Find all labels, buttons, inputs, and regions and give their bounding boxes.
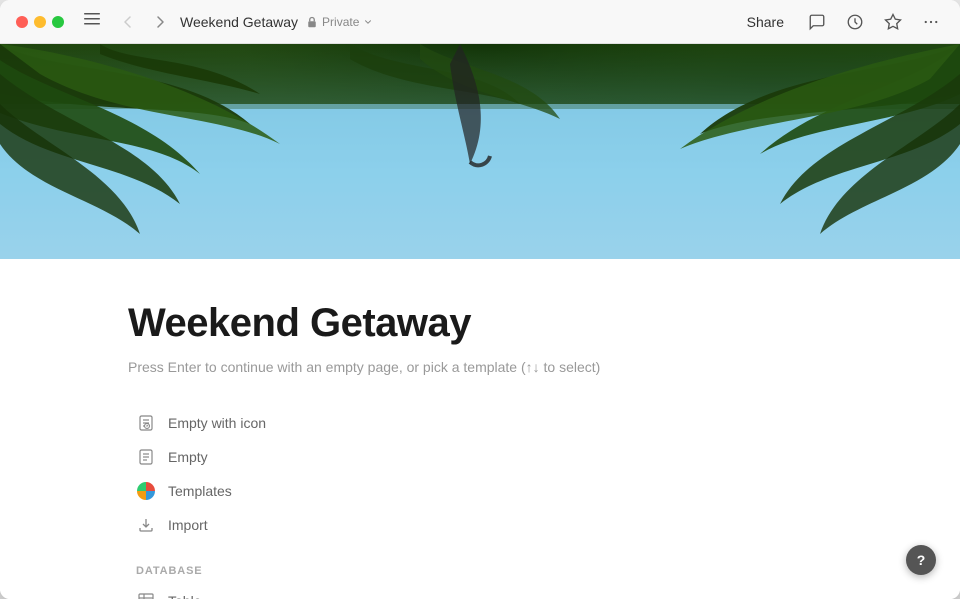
minimize-button[interactable] — [34, 16, 46, 28]
option-templates-label: Templates — [168, 483, 232, 499]
option-empty-label: Empty — [168, 449, 208, 465]
chevron-down-icon — [363, 17, 373, 27]
empty-icon-icon — [136, 413, 156, 433]
clock-icon — [846, 13, 864, 31]
ellipsis-icon — [922, 13, 940, 31]
forward-button[interactable] — [148, 12, 172, 32]
hint-text[interactable]: Press Enter to continue with an empty pa… — [128, 359, 780, 375]
option-empty[interactable]: Empty — [128, 441, 780, 473]
page-body: Weekend Getaway Press Enter to continue … — [0, 259, 900, 599]
page-heading: Weekend Getaway — [128, 299, 780, 347]
option-table[interactable]: Table — [128, 585, 780, 599]
favorite-button[interactable] — [880, 11, 906, 33]
page-title: Weekend Getaway — [180, 14, 298, 30]
comment-icon — [808, 13, 826, 31]
back-button[interactable] — [116, 12, 140, 32]
page-content: Weekend Getaway Press Enter to continue … — [0, 44, 960, 599]
maximize-button[interactable] — [52, 16, 64, 28]
page-title-area: Weekend Getaway Private — [180, 14, 731, 30]
lock-icon — [306, 16, 318, 28]
star-icon — [884, 13, 902, 31]
history-button[interactable] — [842, 11, 868, 33]
hero-banner — [0, 44, 960, 259]
privacy-badge[interactable]: Private — [306, 15, 373, 29]
table-icon — [136, 591, 156, 599]
traffic-lights — [16, 16, 64, 28]
import-icon — [136, 515, 156, 535]
option-empty-with-icon[interactable]: Empty with icon — [128, 407, 780, 439]
option-empty-icon-label: Empty with icon — [168, 415, 266, 431]
close-button[interactable] — [16, 16, 28, 28]
database-section-label: DATABASE — [128, 565, 780, 577]
help-button[interactable]: ? — [906, 545, 936, 575]
options-list: Empty with icon Empty — [128, 407, 780, 541]
app-window: Weekend Getaway Private Share — [0, 0, 960, 599]
titlebar: Weekend Getaway Private Share — [0, 0, 960, 44]
option-import-label: Import — [168, 517, 208, 533]
option-table-label: Table — [168, 593, 201, 599]
more-button[interactable] — [918, 11, 944, 33]
share-button[interactable]: Share — [739, 10, 792, 34]
privacy-label: Private — [322, 15, 359, 29]
empty-doc-icon — [136, 447, 156, 467]
comment-button[interactable] — [804, 11, 830, 33]
option-templates[interactable]: Templates — [128, 475, 780, 507]
database-section: DATABASE — [128, 565, 780, 577]
option-import[interactable]: Import — [128, 509, 780, 541]
titlebar-actions: Share — [739, 10, 944, 34]
sidebar-toggle-button[interactable] — [80, 9, 104, 34]
database-options-list: Table Board — [128, 585, 780, 599]
palm-illustration — [0, 44, 960, 259]
templates-icon — [136, 481, 156, 501]
